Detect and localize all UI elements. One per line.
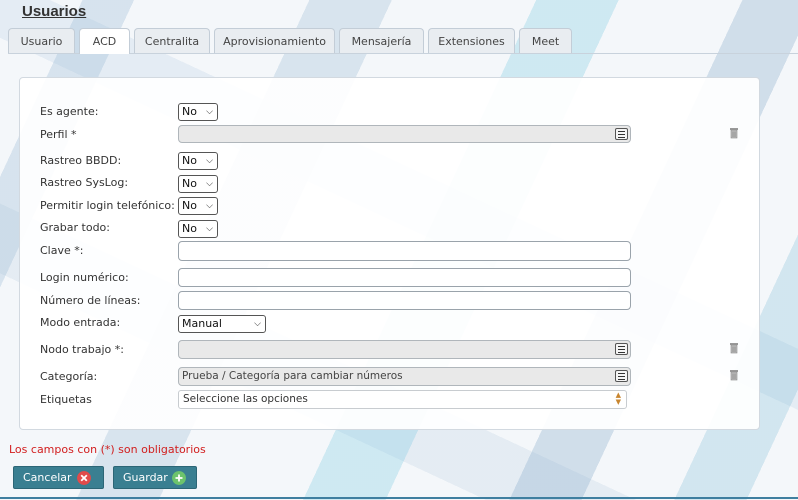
rastreo-syslog-value: No bbox=[182, 177, 197, 190]
required-fields-note: Los campos con (*) son obligatorios bbox=[9, 443, 206, 456]
modo-entrada-select[interactable]: Manual ⌵ bbox=[178, 315, 266, 333]
cancel-button[interactable]: Cancelar bbox=[13, 466, 104, 489]
categoria-label: Categoría: bbox=[40, 370, 98, 383]
modo-entrada-value: Manual bbox=[182, 317, 222, 330]
numero-lineas-input[interactable] bbox=[178, 291, 631, 310]
permitir-login-select[interactable]: No ⌵ bbox=[178, 197, 218, 215]
nodo-trabajo-label: Nodo trabajo *: bbox=[40, 343, 124, 356]
close-icon bbox=[77, 471, 91, 485]
login-numerico-input[interactable] bbox=[178, 268, 631, 287]
login-numerico-label: Login numérico: bbox=[40, 271, 129, 284]
chevron-down-icon: ⌵ bbox=[206, 156, 213, 166]
permitir-login-label: Permitir login telefónico: bbox=[40, 199, 175, 212]
rastreo-syslog-select[interactable]: No ⌵ bbox=[178, 175, 218, 193]
list-icon[interactable] bbox=[615, 343, 628, 355]
perfil-field[interactable] bbox=[178, 125, 631, 143]
etiquetas-label: Etiquetas bbox=[40, 393, 92, 406]
tab-centralita[interactable]: Centralita bbox=[134, 28, 210, 53]
etiquetas-multiselect[interactable]: Seleccione las opciones ▲ ▼ bbox=[178, 390, 627, 409]
chevron-down-icon: ⌵ bbox=[206, 201, 213, 211]
clave-input[interactable] bbox=[178, 241, 631, 261]
permitir-login-value: No bbox=[182, 199, 197, 212]
chevron-down-icon: ⌵ bbox=[254, 319, 261, 329]
perfil-label: Perfil * bbox=[40, 128, 77, 141]
rastreo-bbdd-value: No bbox=[182, 154, 197, 167]
trash-icon[interactable] bbox=[729, 369, 739, 381]
categoria-value: Prueba / Categoría para cambiar números bbox=[182, 370, 403, 382]
rastreo-bbdd-select[interactable]: No ⌵ bbox=[178, 152, 218, 170]
tab-aprovisionamiento[interactable]: Aprovisionamiento bbox=[214, 28, 335, 53]
tab-mensajeria[interactable]: Mensajería bbox=[339, 28, 424, 53]
clave-label: Clave *: bbox=[40, 244, 84, 257]
tab-acd[interactable]: ACD bbox=[79, 28, 130, 54]
tab-extensiones[interactable]: Extensiones bbox=[428, 28, 515, 53]
etiquetas-placeholder: Seleccione las opciones bbox=[183, 393, 308, 405]
add-icon bbox=[172, 471, 186, 485]
es-agente-value: No bbox=[182, 105, 197, 118]
save-button-label: Guardar bbox=[123, 471, 168, 484]
grabar-todo-value: No bbox=[182, 222, 197, 235]
es-agente-label: Es agente: bbox=[40, 105, 99, 118]
rastreo-bbdd-label: Rastreo BBDD: bbox=[40, 154, 122, 167]
trash-icon[interactable] bbox=[729, 342, 739, 354]
rastreo-syslog-label: Rastreo SysLog: bbox=[40, 176, 129, 189]
modo-entrada-label: Modo entrada: bbox=[40, 316, 121, 329]
grabar-todo-select[interactable]: No ⌵ bbox=[178, 220, 218, 238]
save-button[interactable]: Guardar bbox=[113, 466, 197, 489]
tab-meet[interactable]: Meet bbox=[519, 28, 572, 53]
categoria-field[interactable]: Prueba / Categoría para cambiar números bbox=[178, 367, 631, 386]
tab-usuario[interactable]: Usuario bbox=[8, 28, 75, 53]
grabar-todo-label: Grabar todo: bbox=[40, 221, 110, 234]
chevron-down-icon: ⌵ bbox=[206, 107, 213, 117]
es-agente-select[interactable]: No ⌵ bbox=[178, 103, 218, 121]
sort-arrows-icon: ▲ ▼ bbox=[615, 391, 621, 406]
trash-icon[interactable] bbox=[729, 127, 739, 139]
footer-divider bbox=[0, 497, 798, 499]
page-title: Usuarios bbox=[22, 3, 87, 20]
chevron-down-icon: ⌵ bbox=[206, 179, 213, 189]
chevron-down-icon: ⌵ bbox=[206, 224, 213, 234]
list-icon[interactable] bbox=[615, 370, 628, 382]
list-icon[interactable] bbox=[615, 128, 628, 140]
tab-bar: Usuario ACD Centralita Aprovisionamiento… bbox=[8, 28, 798, 54]
cancel-button-label: Cancelar bbox=[23, 471, 72, 484]
nodo-trabajo-field[interactable] bbox=[178, 340, 631, 359]
numero-lineas-label: Número de líneas: bbox=[40, 294, 141, 307]
